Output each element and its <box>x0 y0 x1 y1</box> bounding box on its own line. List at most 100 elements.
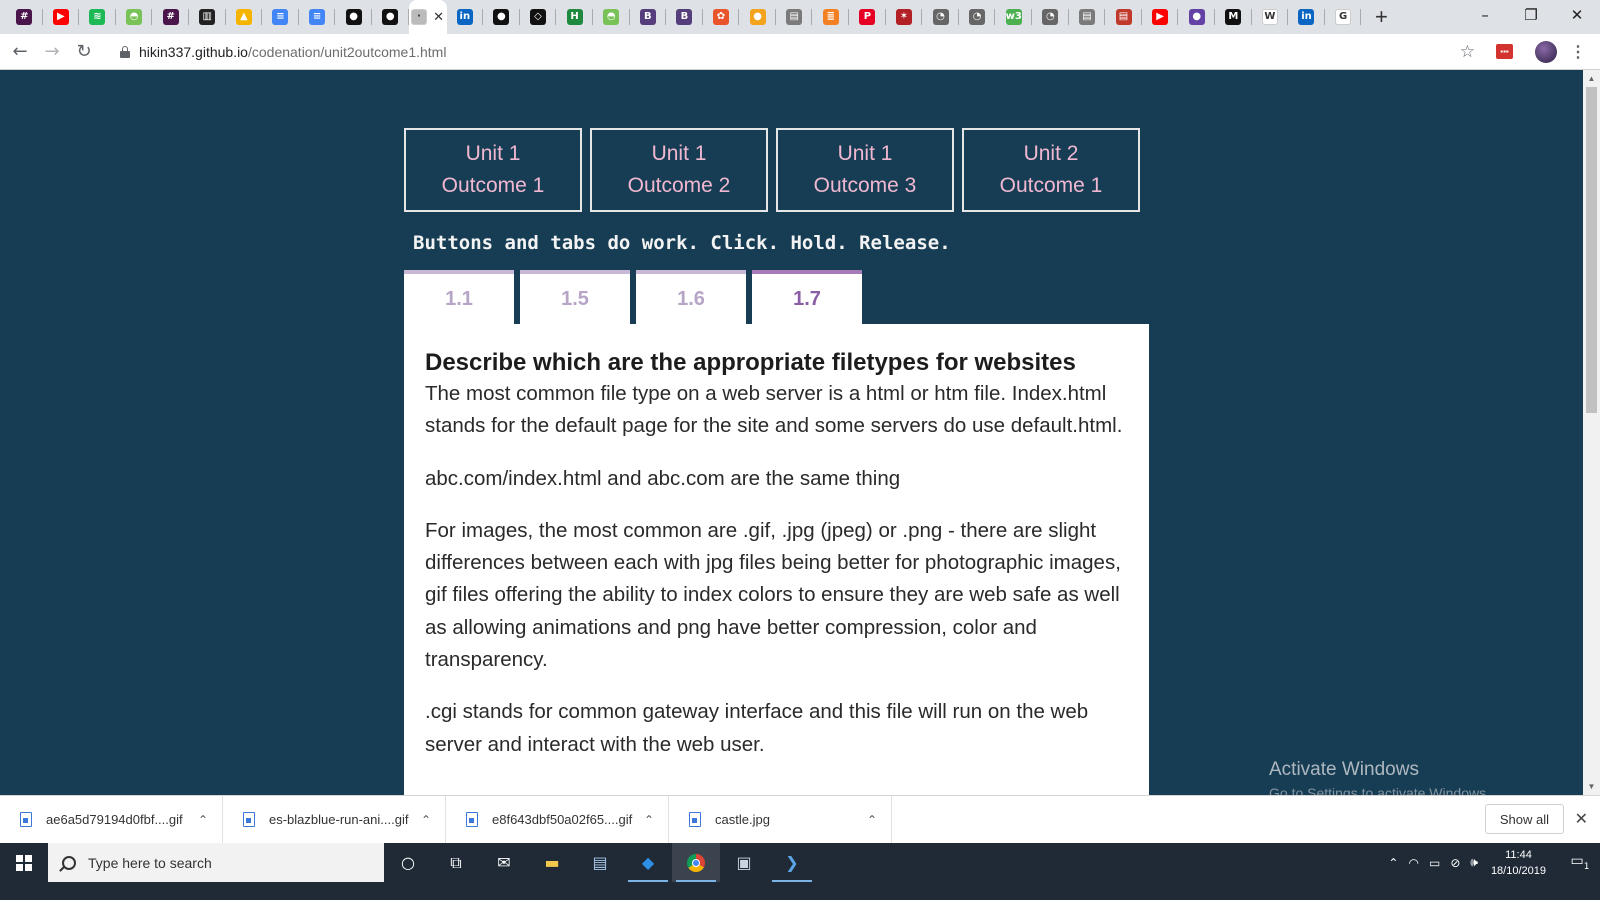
chevron-up-icon[interactable]: ⌃ <box>867 813 877 827</box>
browser-tab[interactable]: ◔ <box>922 0 959 34</box>
url-path: /codenation/unit2outcome1.html <box>247 44 447 60</box>
browser-tab[interactable]: B <box>630 0 667 34</box>
tab-1-5[interactable]: 1.5 <box>520 270 630 325</box>
scroll-down-icon[interactable]: ▼ <box>1583 778 1600 795</box>
control-panel-icon[interactable]: ▣ <box>720 843 768 882</box>
browser-tab[interactable]: ✿ <box>703 0 740 34</box>
browser-tab[interactable]: G <box>1325 0 1362 34</box>
browser-tab[interactable]: ≋ <box>79 0 116 34</box>
back-icon[interactable]: ← <box>4 36 36 68</box>
browser-menu-icon[interactable]: ⋮ <box>1570 42 1586 62</box>
browser-tab[interactable]: ● <box>1178 0 1215 34</box>
browser-tab[interactable]: ● <box>335 0 372 34</box>
file-icon[interactable]: ▤ <box>576 843 624 882</box>
download-item[interactable]: castle.jpg ⌃ <box>669 795 892 844</box>
task-view-icon[interactable]: ⧉ <box>432 843 480 882</box>
download-item[interactable]: es-blazblue-run-ani....gif ⌃ <box>223 795 446 844</box>
browser-tab[interactable]: ◇ <box>520 0 557 34</box>
chevron-up-icon[interactable]: ⌃ <box>198 813 208 827</box>
extension-icon[interactable]: ▪▪▪ <box>1496 44 1513 59</box>
pinterest-icon: P <box>859 9 876 25</box>
reload-icon[interactable]: ↻ <box>68 36 100 68</box>
browser-tab[interactable]: ▥ <box>189 0 226 34</box>
browser-tab[interactable]: ◔ <box>1032 0 1069 34</box>
cortana-icon[interactable]: ○ <box>384 843 432 882</box>
browser-tab[interactable]: in <box>1288 0 1325 34</box>
download-filename: es-blazblue-run-ani....gif <box>269 812 409 827</box>
browser-tab[interactable]: ◔ <box>959 0 996 34</box>
taskbar-search-box[interactable]: Type here to search <box>48 843 384 882</box>
unit-outcome-button[interactable]: Unit 1 Outcome 3 <box>776 128 954 212</box>
wifi-off-icon[interactable]: ⊘ <box>1450 856 1460 870</box>
scroll-thumb[interactable] <box>1586 87 1597 413</box>
bookmark-star-icon[interactable]: ☆ <box>1460 42 1475 62</box>
browser-tab[interactable]: # <box>6 0 43 34</box>
browser-tab[interactable]: ▶ <box>43 0 80 34</box>
browser-tab[interactable]: in <box>447 0 484 34</box>
chevron-up-icon[interactable]: ⌃ <box>421 813 431 827</box>
minimize-icon[interactable]: – <box>1462 0 1508 30</box>
browser-tab[interactable]: ● <box>739 0 776 34</box>
browser-tab[interactable]: ✶ <box>886 0 923 34</box>
tab-1-1[interactable]: 1.1 <box>404 270 514 325</box>
download-item[interactable]: ae6a5d79194d0fbf....gif ⌃ <box>0 795 223 844</box>
download-item[interactable]: e8f643dbf50a02f65....gif ⌃ <box>446 795 669 844</box>
browser-tab[interactable]: w3 <box>995 0 1032 34</box>
clock[interactable]: 11:44 18/10/2019 <box>1491 847 1546 879</box>
current-tab-icon: ⋅ <box>411 9 428 25</box>
vscode-icon[interactable]: ◆ <box>624 843 672 882</box>
tab-1-6[interactable]: 1.6 <box>636 270 746 325</box>
browser-tab[interactable]: ● <box>372 0 409 34</box>
browser-tab[interactable]: ▲ <box>226 0 263 34</box>
browser-tab[interactable]: ⋅ ✕ <box>408 0 447 34</box>
chevron-up-icon[interactable]: ⌃ <box>644 813 654 827</box>
close-tab-icon[interactable]: ✕ <box>433 9 444 25</box>
unit-outcome-button[interactable]: Unit 1 Outcome 1 <box>404 128 582 212</box>
profile-avatar[interactable] <box>1535 40 1557 63</box>
browser-tab[interactable]: ▤ <box>1105 0 1142 34</box>
url-text[interactable]: hikin337.github.io/codenation/unit2outco… <box>139 44 446 60</box>
browser-tab[interactable]: W <box>1252 0 1289 34</box>
new-tab-button[interactable]: + <box>1365 0 1397 34</box>
browser-tab[interactable]: H <box>556 0 593 34</box>
tray-expand-icon[interactable]: ⌃ <box>1388 856 1398 870</box>
browser-tab[interactable]: ▤ <box>776 0 813 34</box>
show-all-button[interactable]: Show all <box>1484 804 1564 834</box>
tab-list: # ▶ ≋ ◓ # ▥ ▲ ≡ ≡ ● ● ⋅ ✕ in ● ◇ H ◓ B B ✿ ● ▤ ≣ P ✶ ◔ ◔ w3 ◔ ▤ ▤ ▶ ● M Win… <box>0 0 1361 34</box>
chrome-icon[interactable] <box>672 843 720 882</box>
browser-tab[interactable]: ▤ <box>1069 0 1106 34</box>
powershell-icon[interactable]: ❯ <box>768 843 816 882</box>
browser-tab[interactable]: ≣ <box>812 0 849 34</box>
browser-tab[interactable]: ◓ <box>593 0 630 34</box>
network-icon[interactable]: ◠ <box>1408 856 1418 870</box>
browser-tab[interactable]: ≡ <box>299 0 336 34</box>
browser-tab[interactable]: # <box>152 0 189 34</box>
browser-tab[interactable]: ● <box>483 0 520 34</box>
forward-icon[interactable]: → <box>36 36 68 68</box>
browser-tab[interactable]: ▶ <box>1142 0 1179 34</box>
browser-tab[interactable]: ≡ <box>262 0 299 34</box>
address-bar[interactable]: hikin337.github.io/codenation/unit2outco… <box>110 37 1475 67</box>
paragraph: For images, the most common are .gif, .j… <box>425 518 1121 672</box>
tab-1-7[interactable]: 1.7 <box>752 270 862 325</box>
file-explorer-icon[interactable]: ▬ <box>528 843 576 882</box>
notification-center-icon[interactable]: ▭1 <box>1560 853 1600 872</box>
volume-icon[interactable]: 🕪 <box>1470 855 1478 870</box>
browser-tab[interactable]: M <box>1215 0 1252 34</box>
scroll-up-icon[interactable]: ▲ <box>1583 70 1600 87</box>
browser-tab[interactable]: P <box>849 0 886 34</box>
browser-tab[interactable]: ◓ <box>116 0 153 34</box>
close-window-icon[interactable]: ✕ <box>1554 0 1600 30</box>
battery-icon[interactable]: ▭ <box>1429 856 1440 870</box>
close-shelf-icon[interactable]: ✕ <box>1575 809 1588 828</box>
lock-icon[interactable] <box>120 46 130 58</box>
browser-tab[interactable]: B <box>666 0 703 34</box>
start-button[interactable] <box>0 843 48 882</box>
page-scrollbar[interactable]: ▲ ▼ <box>1583 70 1600 795</box>
unit-outcome-button[interactable]: Unit 1 Outcome 2 <box>590 128 768 212</box>
mail-icon[interactable]: ✉ <box>480 843 528 882</box>
system-tray: ⌃ ◠ ▭ ⊘ 🕪 11:44 18/10/2019 ▭1 <box>1383 843 1600 882</box>
unit-outcome-button[interactable]: Unit 2 Outcome 1 <box>962 128 1140 212</box>
restore-icon[interactable]: ❐ <box>1508 0 1554 30</box>
taskbar-bottom <box>0 882 1600 900</box>
